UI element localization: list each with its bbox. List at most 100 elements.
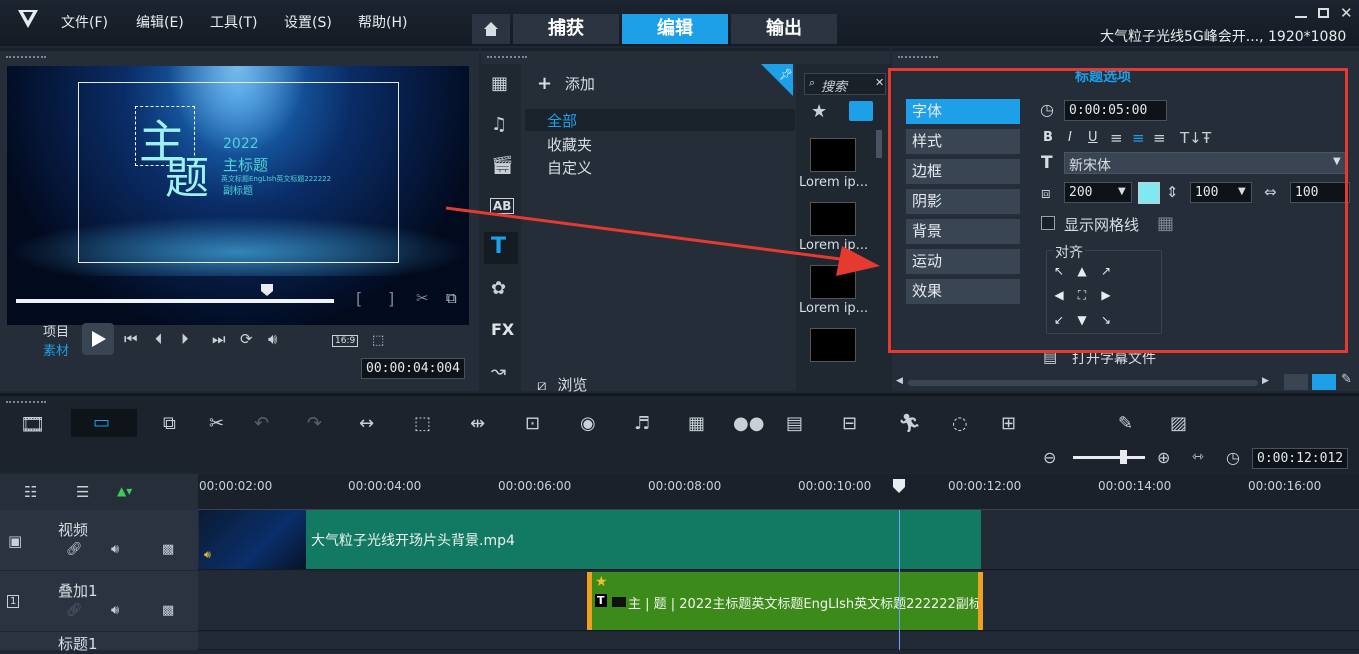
view-toggle-button[interactable] <box>849 101 873 121</box>
search-box[interactable]: ⌕ 搜索 ✕ <box>804 73 886 95</box>
zoom-in-icon[interactable]: ⊕ <box>1157 448 1170 467</box>
zoom-out-icon[interactable]: ⊖ <box>1043 448 1056 467</box>
play-button[interactable] <box>82 323 114 355</box>
split-screen-icon[interactable]: ⊟ <box>842 413 857 434</box>
trim-icon[interactable]: ⊡ <box>525 413 540 434</box>
copy-icon[interactable]: ⧉ <box>446 289 457 307</box>
smart-proxy-icon[interactable]: ⊞ <box>1001 413 1016 434</box>
menu-edit[interactable]: 编辑(E) <box>136 12 184 32</box>
audio-library-icon[interactable]: ♫ <box>491 114 507 135</box>
undo-icon[interactable]: ↶ <box>254 413 269 434</box>
path-tracking-icon[interactable]: ◌ <box>952 413 968 434</box>
folder-custom[interactable]: 自定义 <box>547 157 592 178</box>
subtitle-editor-icon[interactable]: ▤ <box>786 413 803 434</box>
panel-grip[interactable] <box>6 401 46 405</box>
clear-search-icon[interactable]: ✕ <box>875 76 884 89</box>
aspect-ratio-button[interactable]: 16:9 <box>332 335 359 347</box>
track-manager-icon[interactable]: ☷ <box>24 483 37 501</box>
folder-all[interactable]: 全部 <box>547 110 577 131</box>
mode-clip[interactable]: 素材 <box>43 340 69 359</box>
zoom-handle[interactable] <box>1120 450 1127 464</box>
repeat-icon[interactable]: ⟳ <box>240 330 253 348</box>
fit-project-icon[interactable]: ↔ <box>359 413 374 434</box>
close-icon[interactable]: ✕ <box>1340 4 1353 22</box>
fit-timeline-icon[interactable]: ⇿ <box>1192 449 1204 465</box>
title-thumb-4[interactable] <box>810 328 856 362</box>
menu-file[interactable]: 文件(F) <box>61 12 108 32</box>
preview-screen[interactable]: 主 题 2022 主标题 英文标题EngLIsh英文标题222222 副标题 <box>7 66 469 325</box>
tab-edit[interactable]: 编辑 <box>622 14 728 44</box>
pin-icon[interactable]: 📌︎ <box>761 64 793 96</box>
zoom-slider[interactable] <box>1073 456 1145 459</box>
track-volume-icon[interactable]: 🔊︎ <box>111 603 119 618</box>
mark-in-icon[interactable]: [ <box>356 289 362 308</box>
preview-timecode[interactable]: 00:00:04:004 <box>361 358 465 379</box>
panel-grip[interactable] <box>487 56 527 60</box>
instant-project-icon[interactable]: 🎬︎ <box>491 155 514 176</box>
motion-tracking-icon[interactable]: 🏃︎ <box>898 413 921 434</box>
scrub-handle[interactable] <box>261 284 273 296</box>
media-library-icon[interactable]: ▦ <box>491 73 508 94</box>
storyboard-view-icon[interactable]: 🎞︎ <box>20 412 45 436</box>
graphics-icon[interactable]: ✿ <box>491 278 506 299</box>
next-frame-icon[interactable]: ⏵ <box>181 330 189 348</box>
timeline-view-button[interactable]: ▭ <box>71 409 137 437</box>
mark-out-icon[interactable]: ] <box>388 289 394 308</box>
fit-window-icon[interactable]: ⬚ <box>414 413 431 434</box>
split-icon[interactable]: ⇹ <box>470 413 485 434</box>
paste-icon[interactable]: ⧉ <box>163 413 176 434</box>
link-icon[interactable]: 🔗︎ <box>66 603 83 618</box>
mask-icon[interactable]: ●● <box>733 413 764 434</box>
search-input[interactable]: 搜索 <box>821 76 847 95</box>
go-end-icon[interactable]: ⏭ <box>212 330 226 348</box>
path-icon[interactable]: ↝ <box>491 361 506 382</box>
link-icon[interactable]: 🔗︎ <box>66 542 83 557</box>
mark-icon[interactable]: ✎ <box>1118 413 1133 434</box>
panel-grip[interactable] <box>6 56 46 60</box>
menu-help[interactable]: 帮助(H) <box>358 12 407 32</box>
playhead-marker[interactable] <box>893 479 905 493</box>
restore-button[interactable] <box>1318 8 1329 18</box>
volume-icon[interactable]: 🔊︎ <box>268 330 277 348</box>
audio-mixer-icon[interactable]: ♬ <box>634 413 650 434</box>
redo-icon[interactable]: ↷ <box>307 413 322 434</box>
multicam-icon[interactable]: ▦ <box>688 413 705 434</box>
overlay-clip[interactable]: ★ T 主 | 题 | 2022主标题英文标题EngLIsh英文标题222222… <box>587 572 983 630</box>
go-start-icon[interactable]: ⏮ <box>124 330 138 348</box>
thumb-scrollbar[interactable] <box>876 130 882 158</box>
mode-project[interactable]: 项目 <box>43 321 69 340</box>
tab-share[interactable]: 输出 <box>731 14 837 44</box>
add-folder-button[interactable]: + 添加 <box>537 73 595 94</box>
video-clip[interactable]: 🔊︎ 大气粒子光线开场片头背景.mp4 <box>199 510 981 569</box>
prev-frame-icon[interactable]: ⏴ <box>155 330 163 348</box>
home-button[interactable] <box>472 14 510 44</box>
layout-button-2[interactable] <box>1312 374 1336 390</box>
scroll-left-icon[interactable]: ◀ <box>896 376 903 386</box>
split-clip-icon[interactable]: ✂ <box>416 289 429 307</box>
menu-settings[interactable]: 设置(S) <box>284 12 332 32</box>
scrub-bar[interactable] <box>16 299 334 303</box>
track-volume-icon[interactable]: 🔊︎ <box>111 542 119 557</box>
track-mute-icon[interactable]: ▩ <box>162 542 174 557</box>
scroll-right-icon[interactable]: ▶ <box>1262 376 1269 386</box>
browse-button[interactable]: ⧄ 浏览 <box>537 374 587 395</box>
options-hscroll[interactable] <box>908 380 1258 386</box>
render-icon[interactable]: ▨ <box>1170 413 1187 434</box>
tab-capture[interactable]: 捕获 <box>513 14 619 44</box>
favorite-add-icon[interactable]: ★ <box>811 101 827 122</box>
add-track-icon[interactable]: ☰ <box>76 483 89 501</box>
minimize-button[interactable] <box>1295 8 1307 18</box>
chapter-marker-icon[interactable]: ▲▾ <box>117 484 132 498</box>
record-icon[interactable]: ◉ <box>580 413 596 434</box>
title-thumb-1[interactable] <box>810 138 856 172</box>
track-mute-icon[interactable]: ▩ <box>162 603 174 618</box>
timeline-timecode[interactable]: 0:00:12:012 <box>1252 448 1348 469</box>
crop-icon[interactable]: ⬚ <box>372 333 384 348</box>
menu-tools[interactable]: 工具(T) <box>210 12 257 32</box>
panel-grip[interactable] <box>898 56 938 60</box>
edit-layout-icon[interactable]: ✎ <box>1341 372 1352 387</box>
layout-button-1[interactable] <box>1284 374 1308 390</box>
filter-icon[interactable]: FX <box>491 320 514 339</box>
folder-favorites[interactable]: 收藏夹 <box>547 134 592 155</box>
tools-icon[interactable]: ✂ <box>209 413 224 434</box>
